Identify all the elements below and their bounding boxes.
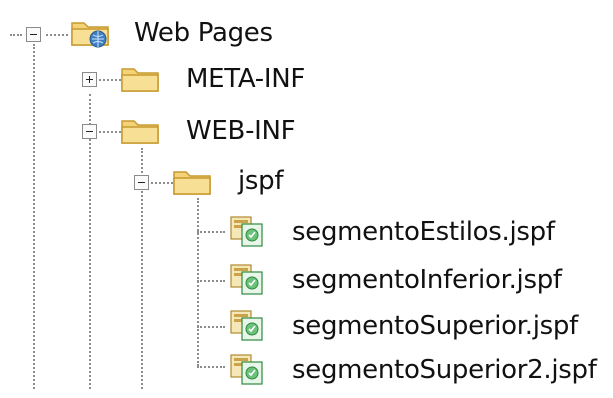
jspf-file-icon [230, 354, 263, 385]
node-label: jspf [238, 166, 284, 196]
tree-file-segmentosuperior2[interactable]: segmentoSuperior2.jspf [0, 346, 613, 398]
node-label: WEB-INF [186, 116, 296, 146]
expand-toggle[interactable] [82, 72, 97, 87]
folder-icon [173, 171, 211, 195]
jspf-file-icon [230, 216, 263, 247]
web-folder-icon [71, 22, 109, 48]
file-label: segmentoSuperior.jspf [292, 311, 578, 341]
collapse-toggle[interactable] [134, 175, 149, 190]
collapse-toggle[interactable] [82, 124, 97, 139]
file-label: segmentoSuperior2.jspf [292, 355, 597, 385]
jspf-file-icon [230, 264, 263, 295]
node-label: META-INF [186, 64, 305, 94]
node-label: Web Pages [134, 18, 273, 48]
file-label: segmentoEstilos.jspf [292, 217, 555, 247]
file-label: segmentoInferior.jspf [292, 265, 562, 295]
tree-file-segmentoinferior[interactable]: segmentoInferior.jspf [0, 256, 613, 308]
jspf-file-icon [230, 310, 263, 341]
tree-node-jspf[interactable]: jspf [0, 160, 613, 212]
tree-node-web-inf[interactable]: WEB-INF [0, 108, 613, 160]
folder-icon [121, 68, 159, 92]
tree-file-segmentoestilos[interactable]: segmentoEstilos.jspf [0, 208, 613, 260]
folder-icon [121, 120, 159, 144]
collapse-toggle[interactable] [26, 27, 41, 42]
project-tree: Web Pages META-INF WEB-INF jspf segmento… [0, 0, 613, 389]
tree-node-web-pages[interactable]: Web Pages [0, 10, 613, 62]
tree-node-meta-inf[interactable]: META-INF [0, 56, 613, 108]
